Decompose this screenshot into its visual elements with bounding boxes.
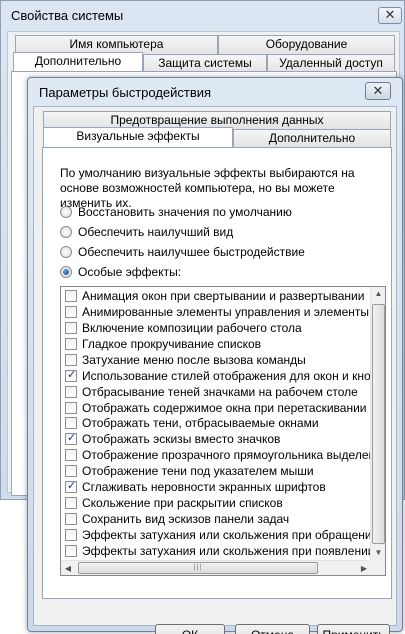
effect-label: Затухание меню после вызова команды (82, 352, 306, 367)
effect-checkbox[interactable] (65, 368, 77, 382)
ok-button[interactable]: ОК (155, 624, 225, 634)
vertical-scrollbar[interactable]: ▲ ▼ (370, 287, 385, 560)
effect-label: Сохранить вид эскизов панели задач (82, 512, 290, 527)
scroll-thumb[interactable] (372, 304, 385, 544)
effect-label: Отображение прозрачного прямоугольника в… (82, 448, 371, 463)
effect-list-item[interactable]: Эффекты затухания или скольжения при поя… (61, 543, 371, 559)
effect-checkbox[interactable] (65, 321, 77, 334)
scroll-down-icon[interactable]: ▼ (371, 546, 385, 560)
effect-list-item[interactable]: Отображать тени, отбрасываемые окнами (61, 416, 371, 432)
tab-visual-effects[interactable]: Визуальные эффекты (43, 127, 233, 147)
window-title: Свойства системы (11, 8, 124, 23)
effect-list-item[interactable]: Анимация окон при свертывании и разверты… (61, 288, 371, 304)
dialog-body: Предотвращение выполнения данных Визуаль… (33, 106, 397, 634)
effect-list-item[interactable]: Сохранить вид эскизов панели задач (61, 511, 371, 527)
effect-label: Отображать тени, отбрасываемые окнами (82, 416, 319, 431)
effect-label: Анимированные элементы управления и элем… (82, 304, 371, 319)
effect-label: Анимация окон при свертывании и разверты… (82, 288, 365, 303)
effect-label: Сглаживать неровности экранных шрифтов (82, 480, 326, 495)
effect-checkbox[interactable] (65, 497, 77, 510)
effect-label: Отображение тени под указателем мыши (82, 464, 314, 479)
effect-label: Отбрасывание теней значками на рабочем с… (82, 384, 358, 399)
effect-checkbox[interactable] (65, 544, 77, 557)
effect-list-item[interactable]: Анимированные элементы управления и элем… (61, 304, 371, 320)
cancel-button[interactable]: Отмена (235, 624, 310, 634)
effect-checkbox[interactable] (65, 417, 77, 430)
tab-advanced[interactable]: Дополнительно (13, 52, 143, 73)
radio-custom[interactable]: Особые эффекты: (60, 264, 181, 280)
effect-checkbox[interactable] (65, 305, 77, 318)
effect-label: Использование стилей отображения для око… (82, 368, 371, 383)
effect-label: Скольжение при раскрытии списков (82, 496, 283, 511)
effect-checkbox[interactable] (65, 449, 77, 462)
effect-list-item[interactable]: Сглаживать неровности экранных шрифтов (61, 479, 371, 495)
tab-hardware[interactable]: Оборудование (218, 35, 395, 54)
effect-checkbox[interactable] (65, 401, 77, 414)
scroll-left-icon[interactable]: ◀ (61, 561, 75, 575)
effect-list-item[interactable]: Использование стилей отображения для око… (61, 368, 371, 384)
effect-checkbox[interactable] (65, 385, 77, 398)
effect-checkbox[interactable] (65, 513, 77, 526)
radio-label: Обеспечить наилучшее быстродействие (78, 245, 305, 259)
radio-best-performance[interactable]: Обеспечить наилучшее быстродействие (60, 244, 305, 260)
effect-list-item[interactable]: Отображать содержимое окна при перетаски… (61, 400, 371, 416)
effect-list-item[interactable]: Гладкое прокручивание списков (61, 336, 371, 352)
apply-button[interactable]: Применить (317, 624, 390, 634)
radio-label: Особые эффекты: (78, 265, 182, 279)
effect-checkbox[interactable] (65, 465, 77, 478)
effect-checkbox[interactable] (65, 289, 77, 302)
effect-list-item[interactable]: Эффекты затухания или скольжения при обр… (61, 527, 371, 543)
horizontal-scrollbar[interactable]: ◀ ||| ▶ (61, 560, 371, 575)
radio-label: Восстановить значения по умолчанию (78, 205, 292, 219)
effect-list-item[interactable]: Затухание меню после вызова команды (61, 352, 371, 368)
visual-effects-panel: По умолчанию визуальные эффекты выбирают… (42, 147, 392, 599)
effect-list-item[interactable]: Включение композиции рабочего стола (61, 320, 371, 336)
effect-list-item[interactable]: Отображение прозрачного прямоугольника в… (61, 447, 371, 463)
effect-label: Отображать эскизы вместо значков (82, 432, 281, 447)
effect-checkbox[interactable] (65, 529, 77, 542)
radio-label: Обеспечить наилучший вид (78, 225, 234, 239)
effect-checkbox[interactable] (65, 353, 77, 366)
scroll-right-icon[interactable]: ▶ (357, 561, 371, 575)
radio-button[interactable] (60, 226, 72, 238)
radio-button[interactable] (60, 266, 72, 278)
close-button[interactable]: ✕ (378, 7, 402, 24)
radio-restore-defaults[interactable]: Восстановить значения по умолчанию (60, 204, 292, 220)
effect-label: Эффекты затухания или скольжения при обр… (82, 528, 371, 543)
radio-button[interactable] (60, 206, 72, 218)
effect-list-item[interactable]: Отображение тени под указателем мыши (61, 463, 371, 479)
radio-button[interactable] (60, 246, 72, 258)
scroll-thumb-horizontal[interactable]: ||| (78, 562, 318, 574)
effect-label: Гладкое прокручивание списков (82, 336, 262, 351)
tab-advanced[interactable]: Дополнительно (233, 129, 391, 147)
effect-label: Эффекты затухания или скольжения при поя… (82, 543, 371, 558)
scroll-corner (370, 560, 385, 575)
effect-checkbox[interactable] (65, 479, 77, 494)
effect-list-item[interactable]: Отбрасывание теней значками на рабочем с… (61, 384, 371, 400)
effect-list-item[interactable]: Отображать эскизы вместо значков (61, 431, 371, 447)
effect-checkbox[interactable] (65, 337, 77, 350)
effect-label: Отображать содержимое окна при перетаски… (82, 400, 367, 415)
dialog-close-button[interactable]: ✕ (365, 82, 391, 100)
scroll-up-icon[interactable]: ▲ (371, 287, 385, 301)
effects-list[interactable]: Анимация окон при свертывании и разверты… (60, 286, 386, 576)
radio-best-appearance[interactable]: Обеспечить наилучший вид (60, 224, 233, 240)
effect-list-item[interactable]: Скольжение при раскрытии списков (61, 495, 371, 511)
performance-options-dialog: Параметры быстродействия ✕ Предотвращени… (27, 77, 403, 634)
effect-label: Включение композиции рабочего стола (82, 320, 302, 335)
dialog-title: Параметры быстродействия (39, 85, 212, 100)
effects-list-items: Анимация окон при свертывании и разверты… (61, 288, 371, 559)
effect-checkbox[interactable] (65, 431, 77, 446)
